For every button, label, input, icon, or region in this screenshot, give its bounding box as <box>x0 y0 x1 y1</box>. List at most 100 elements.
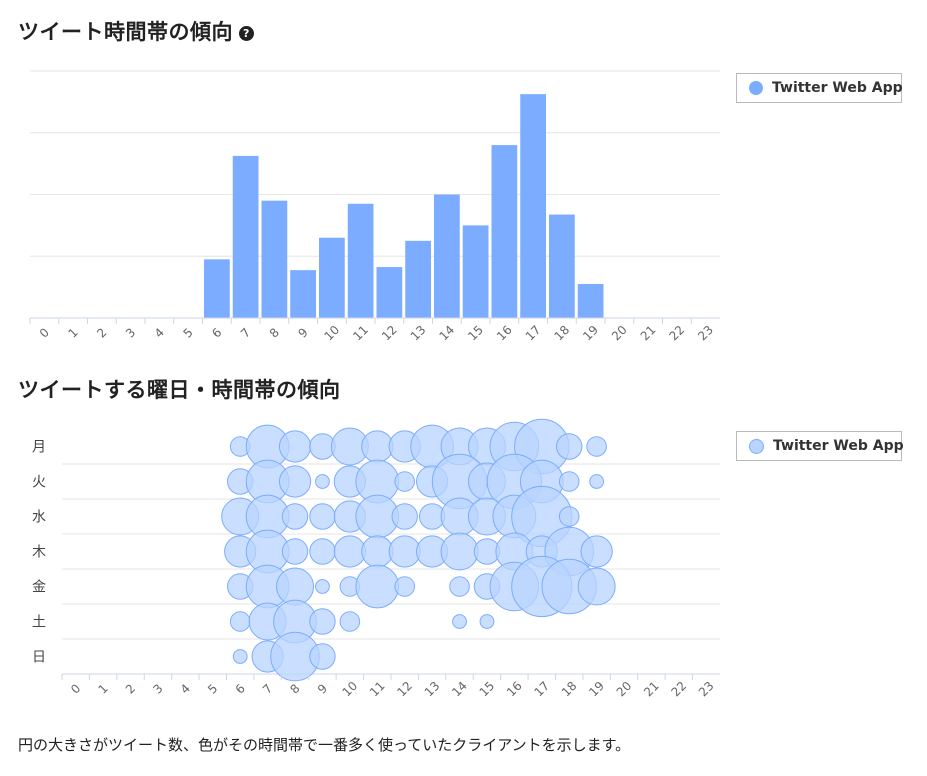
bubble-火-8 <box>278 465 312 498</box>
bubble-土-15 <box>479 614 495 629</box>
bubble-x-tick-label: 14 <box>449 679 470 700</box>
bar-7 <box>232 155 259 318</box>
legend-marker-icon <box>749 438 764 454</box>
bubble-x-tick-label: 2 <box>123 681 138 696</box>
bubble-火-18 <box>558 471 580 492</box>
bubble-x-tick-label: 12 <box>394 679 415 700</box>
bubble-chart-legend-item[interactable]: Twitter Web App <box>736 431 904 461</box>
bubble-legend-label: Twitter Web App <box>773 438 904 454</box>
bubble-火-12 <box>394 471 416 492</box>
bubble-x-tick-label: 9 <box>315 681 330 696</box>
bubble-日-6 <box>232 649 248 664</box>
bubble-木-11 <box>361 535 394 568</box>
bubble-月-8 <box>278 430 312 463</box>
bar-x-tick-label: 8 <box>267 325 282 340</box>
bar-x-tick-label: 11 <box>350 323 371 344</box>
bubble-月-19 <box>586 436 607 457</box>
bubble-x-tick-label: 18 <box>559 679 580 700</box>
bubble-水-8 <box>281 503 309 530</box>
bubble-x-tick-label: 13 <box>422 679 443 700</box>
bubble-x-tick-label: 4 <box>178 681 193 696</box>
bar-legend-label: Twitter Web App <box>772 80 903 96</box>
bubble-x-tick-label: 21 <box>641 679 662 700</box>
bubble-chart-caption: 円の大きさがツイート数、色がその時間帯で一番多く使っていたクライアントを示します… <box>18 736 631 754</box>
bubble-y-label: 火 <box>32 475 46 491</box>
bubble-x-tick-label: 7 <box>260 681 275 696</box>
bubble-火-9 <box>315 474 330 489</box>
bar-18 <box>549 214 575 318</box>
bar-12 <box>376 267 403 318</box>
bubble-金-19 <box>577 567 616 606</box>
bar-x-tick-label: 17 <box>523 323 544 344</box>
bubble-y-label: 月 <box>32 440 46 456</box>
bar-x-tick-label: 18 <box>552 323 573 344</box>
bubble-金-14 <box>449 576 470 597</box>
bubble-x-tick-label: 0 <box>68 681 83 696</box>
bubble-月-11 <box>361 430 394 463</box>
bar-15 <box>462 225 489 318</box>
bar-chart-legend-item[interactable]: Twitter Web App <box>736 73 903 103</box>
bar-19 <box>577 284 604 318</box>
bubble-x-tick-label: 11 <box>367 679 388 700</box>
bar-x-tick-label: 22 <box>667 323 688 344</box>
bar-x-tick-label: 2 <box>94 325 109 340</box>
bubble-水-18 <box>558 506 580 527</box>
bubble-木-12 <box>388 535 421 568</box>
bar-16 <box>491 145 518 318</box>
bar-x-tick-label: 1 <box>65 325 80 340</box>
weekday-hours-title: ツイートする曜日・時間帯の傾向 <box>18 378 341 402</box>
bubble-火-19 <box>589 474 605 489</box>
bubble-x-tick-label: 5 <box>205 681 220 696</box>
bar-10 <box>319 237 345 318</box>
bar-14 <box>434 194 460 318</box>
legend-marker-icon <box>749 81 763 95</box>
bubble-x-tick-label: 15 <box>477 679 498 700</box>
bubble-金-9 <box>315 579 330 594</box>
bubble-木-9 <box>309 538 336 565</box>
bubble-水-12 <box>391 503 418 530</box>
bubble-木-8 <box>281 538 309 565</box>
bubble-木-14 <box>440 532 479 571</box>
bubble-土-9 <box>309 608 336 635</box>
bar-x-tick-label: 4 <box>152 325 167 340</box>
bubble-土-10 <box>339 611 361 632</box>
bar-9 <box>290 270 316 318</box>
bubble-金-12 <box>394 576 416 597</box>
bar-x-tick-label: 16 <box>494 323 515 344</box>
bubble-y-label: 木 <box>32 545 46 561</box>
bar-x-tick-label: 23 <box>695 323 716 344</box>
bubble-金-8 <box>276 567 315 606</box>
bubble-x-tick-label: 1 <box>95 681 110 696</box>
bar-x-tick-label: 3 <box>123 325 138 340</box>
bar-x-tick-label: 5 <box>180 325 195 340</box>
bubble-y-label: 日 <box>32 650 46 666</box>
bar-17 <box>520 94 546 318</box>
bubble-土-6 <box>229 611 251 632</box>
bubble-木-10 <box>333 535 366 568</box>
bubble-土-14 <box>452 614 467 629</box>
bubble-x-tick-label: 8 <box>287 681 302 696</box>
bubble-x-tick-label: 3 <box>150 681 165 696</box>
bar-x-tick-label: 0 <box>37 325 52 340</box>
bar-x-tick-label: 14 <box>437 323 458 344</box>
bubble-金-11 <box>355 564 400 609</box>
bar-x-tick-label: 12 <box>379 323 400 344</box>
bubble-月-18 <box>556 433 583 460</box>
bar-x-tick-label: 13 <box>408 323 429 344</box>
bubble-日-9 <box>309 643 336 670</box>
bubble-x-tick-label: 22 <box>669 679 690 700</box>
bubble-x-tick-label: 6 <box>233 681 248 696</box>
bar-6 <box>204 259 230 318</box>
bubble-x-tick-label: 16 <box>504 679 525 700</box>
bar-x-tick-label: 15 <box>465 323 486 344</box>
bar-x-tick-label: 20 <box>609 323 630 344</box>
bubble-y-label: 金 <box>32 580 46 596</box>
bar-x-tick-label: 6 <box>209 325 224 340</box>
bubble-y-label: 土 <box>32 615 46 631</box>
bar-13 <box>405 240 431 318</box>
bubble-y-label: 水 <box>32 510 46 526</box>
bar-x-tick-label: 10 <box>322 323 343 344</box>
bubble-水-9 <box>309 503 336 530</box>
bubble-x-tick-label: 23 <box>696 679 717 700</box>
bar-x-tick-label: 21 <box>638 323 659 344</box>
